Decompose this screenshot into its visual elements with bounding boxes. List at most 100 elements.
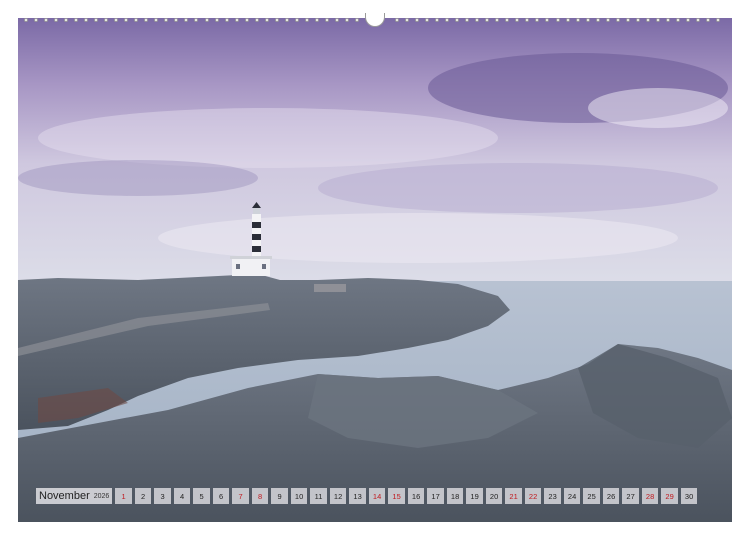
binding-hole: [595, 18, 600, 22]
binding-hole: [505, 18, 510, 22]
day-cell: 14: [368, 488, 386, 504]
binding-hole: [705, 18, 710, 22]
day-cell: 25: [583, 488, 600, 504]
day-number: 14: [372, 491, 382, 501]
day-number: 26: [606, 491, 616, 501]
day-cell: 21: [505, 488, 522, 504]
day-cell: 30: [680, 488, 698, 504]
day-cell: 29: [661, 488, 678, 504]
day-number: 11: [314, 491, 323, 501]
binding-hole: [54, 18, 59, 22]
binding-hole: [174, 18, 179, 22]
day-number: 27: [626, 491, 635, 501]
binding-hole: [575, 18, 580, 22]
binding-hole: [124, 18, 129, 22]
binding-hole: [214, 18, 219, 22]
calendar-strip: November 2026 1 2 3 4 5 6 7 8 9 10 11 12 13 14 15 16 17 1…: [36, 488, 698, 504]
binding-hole: [344, 18, 349, 22]
day-number: 16: [411, 491, 421, 501]
binding-hole: [675, 18, 680, 22]
binding-hole: [565, 18, 570, 22]
day-number: 7: [238, 491, 243, 501]
binding-hole: [294, 18, 299, 22]
binding-hole: [515, 18, 520, 22]
day-cell: 26: [602, 488, 620, 504]
day-cell: 13: [349, 488, 366, 504]
binding-hole: [324, 18, 329, 22]
binding-hole: [284, 18, 289, 22]
day-cell: 2: [134, 488, 152, 504]
binding-hole: [625, 18, 630, 22]
binding-hole: [415, 18, 420, 22]
binding-hole: [184, 18, 189, 22]
binding-hole: [64, 18, 69, 22]
day-number: 19: [470, 491, 479, 501]
day-cell: 24: [563, 488, 581, 504]
day-cell: 11: [310, 488, 327, 504]
month-name: November: [39, 490, 90, 502]
binding-hole: [74, 18, 79, 22]
binding-hole: [354, 18, 359, 22]
day-number: 30: [684, 491, 694, 501]
day-cell: 3: [154, 488, 171, 504]
day-number: 5: [199, 491, 204, 501]
binding-hole: [24, 18, 28, 22]
binding-hole: [274, 18, 279, 22]
binding-hole: [264, 18, 269, 22]
binding-hole: [485, 18, 490, 22]
binding-hole: [495, 18, 500, 22]
day-number: 29: [665, 491, 674, 501]
binding-hole: [194, 18, 199, 22]
binding-hole: [685, 18, 690, 22]
day-number: 28: [645, 491, 655, 501]
binding-hole: [475, 18, 480, 22]
binding-hole: [395, 18, 400, 22]
binding-hole: [134, 18, 139, 22]
binding-hole: [204, 18, 209, 22]
binding-hole: [234, 18, 239, 22]
binding-hole: [665, 18, 670, 22]
lighthouse-landscape: [18, 18, 732, 522]
binding-hole: [455, 18, 460, 22]
day-cell: 17: [427, 488, 444, 504]
day-cell: 20: [485, 488, 503, 504]
binding-hole: [695, 18, 700, 22]
binding-hole: [144, 18, 149, 22]
binding-hole: [615, 18, 620, 22]
binding-hole: [304, 18, 309, 22]
day-number: 22: [528, 491, 538, 501]
year: 2026: [93, 492, 110, 500]
binding-hole: [405, 18, 410, 22]
day-number: 6: [218, 491, 224, 501]
binding-hole: [635, 18, 640, 22]
day-number: 1: [121, 491, 126, 501]
day-number: 18: [450, 491, 460, 501]
day-cell: 7: [232, 488, 249, 504]
binding-hole: [224, 18, 229, 22]
day-number: 13: [353, 491, 362, 501]
day-number: 24: [567, 491, 577, 501]
day-cells: 1 2 3 4 5 6 7 8 9 10 11 12 13 14 15 16 17 18 19 20 21 22 23 24 2…: [115, 488, 698, 504]
binding-hole: [535, 18, 540, 22]
binding-hole: [605, 18, 610, 22]
day-cell: 8: [251, 488, 269, 504]
binding-hole: [715, 18, 720, 22]
binding-hole: [314, 18, 319, 22]
binding-hole: [585, 18, 590, 22]
day-number: 21: [509, 491, 518, 501]
binding-hole: [425, 18, 430, 22]
day-number: 9: [277, 491, 282, 501]
day-cell: 15: [388, 488, 405, 504]
binding-hole: [44, 18, 49, 22]
day-cell: 1: [115, 488, 132, 504]
day-number: 8: [257, 491, 263, 501]
day-cell: 16: [407, 488, 425, 504]
day-number: 4: [179, 491, 185, 501]
day-cell: 4: [173, 488, 191, 504]
binding-hole: [525, 18, 530, 22]
day-number: 12: [333, 491, 343, 501]
binding-hole: [465, 18, 470, 22]
binding-hole: [94, 18, 99, 22]
day-cell: 19: [466, 488, 483, 504]
day-cell: 10: [290, 488, 308, 504]
